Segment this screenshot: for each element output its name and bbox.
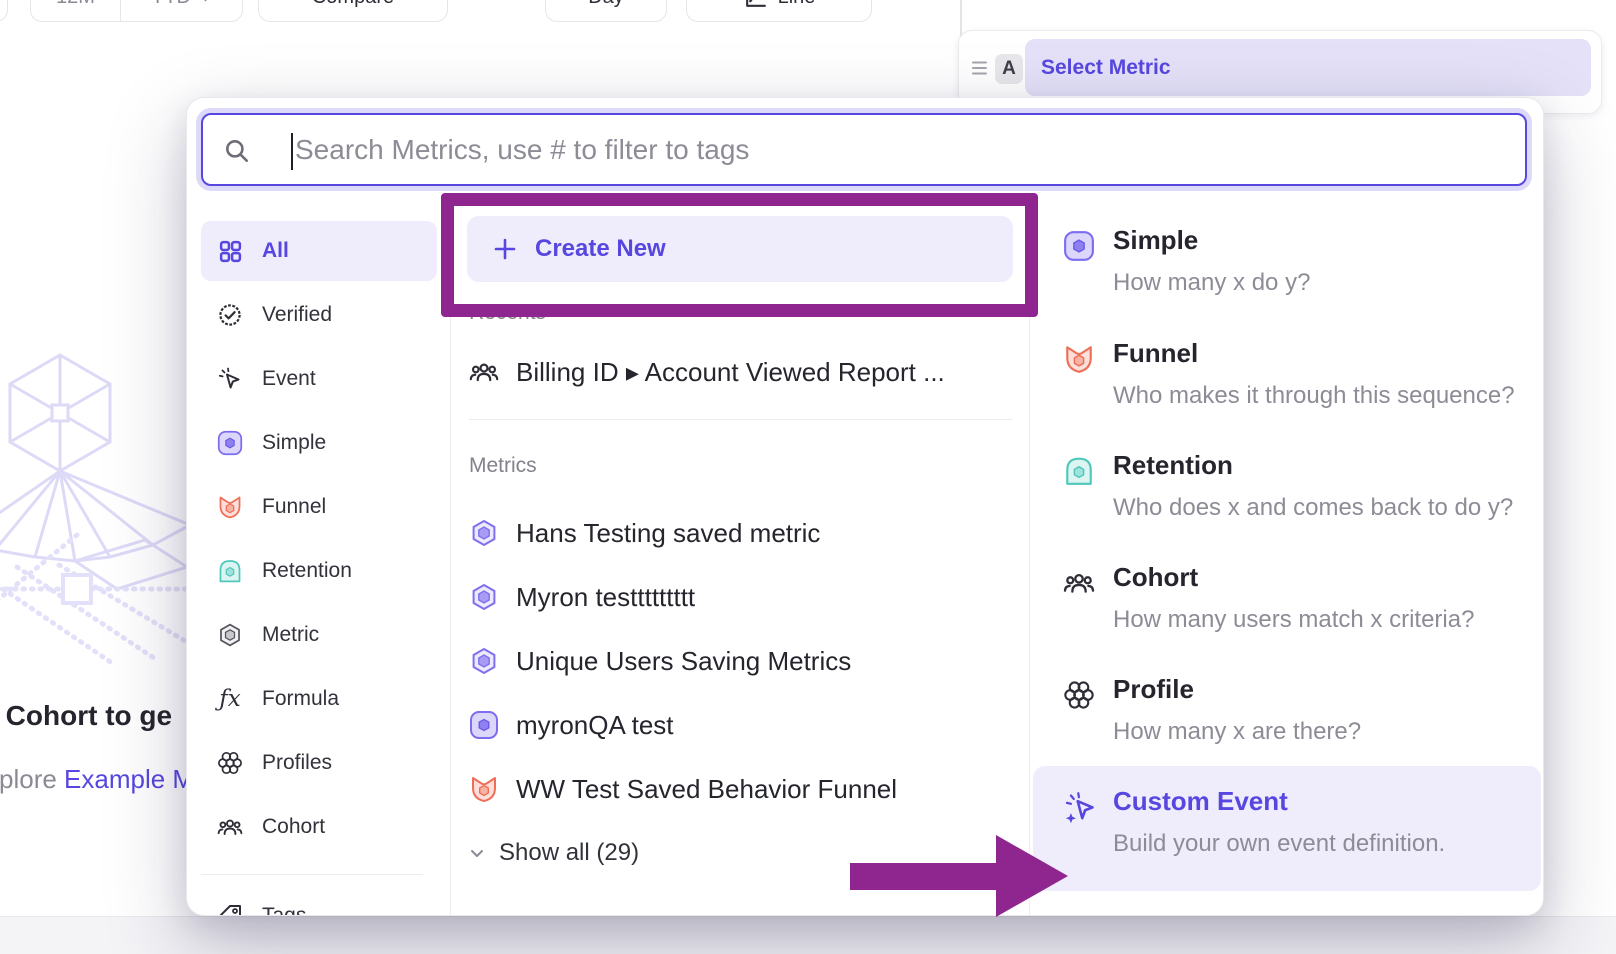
sidebar-item-profiles[interactable]: Profiles	[201, 733, 437, 793]
metric-list-item[interactable]: Hans Testing saved metric	[469, 511, 1009, 555]
chart-type-line-button[interactable]: Line	[686, 0, 872, 22]
simple-metric-icon	[1063, 230, 1095, 267]
chevron-down-icon	[469, 845, 485, 861]
retention-metric-icon	[1063, 455, 1095, 492]
metric-list-item[interactable]: Unique Users Saving Metrics	[469, 639, 1009, 683]
compare-button[interactable]: Compare	[258, 0, 448, 22]
saved-metric-hexagon-icon	[469, 518, 499, 548]
sidebar-item-funnel[interactable]: Funnel	[201, 477, 437, 537]
empty-state-explore-text: xplore Example M	[0, 764, 198, 795]
annotation-arrow	[846, 830, 1074, 922]
example-link[interactable]: Example M	[64, 764, 194, 794]
saved-metric-hexagon-icon	[469, 582, 499, 612]
search-box	[201, 113, 1527, 186]
search-input[interactable]	[203, 115, 1525, 184]
formula-fx-icon: ƒx	[215, 684, 245, 714]
sidebar-item-all[interactable]: All	[201, 221, 437, 281]
cohort-people-icon	[1063, 567, 1095, 604]
type-profile[interactable]: Profile How many x are there?	[1063, 674, 1523, 746]
type-retention[interactable]: Retention Who does x and comes back to d…	[1063, 450, 1523, 522]
empty-state-illustration	[0, 335, 215, 675]
annotation-rectangle	[441, 193, 1038, 317]
select-metric-button[interactable]: Select Metric	[1025, 39, 1591, 96]
metric-list-item[interactable]: Myron testtttttttt	[469, 575, 1009, 619]
type-simple[interactable]: Simple How many x do y?	[1063, 225, 1523, 297]
verified-badge-icon	[215, 300, 245, 330]
saved-metric-hexagon-icon	[469, 646, 499, 676]
recent-item[interactable]: Billing ID ▸ Account Viewed Report ...	[469, 350, 1009, 394]
range-ytd-button[interactable]: YTD	[121, 0, 242, 21]
sidebar-item-cohort[interactable]: Cohort	[201, 797, 437, 857]
sidebar-item-formula[interactable]: ƒx Formula	[201, 669, 437, 729]
chevron-down-icon	[199, 0, 212, 2]
tag-icon	[215, 901, 245, 916]
grid-icon	[215, 236, 245, 266]
date-range-segmented-control: 12M YTD	[30, 0, 243, 22]
custom-event-icon	[1063, 791, 1097, 830]
sidebar-item-simple[interactable]: Simple	[201, 413, 437, 473]
retention-metric-icon	[215, 556, 245, 586]
show-all-button[interactable]: Show all (29)	[469, 831, 639, 875]
app-canvas: 12M YTD Compare Day Line	[0, 0, 1616, 954]
metrics-header: Metrics	[469, 454, 537, 478]
metric-list-item[interactable]: WW Test Saved Behavior Funnel	[469, 767, 1009, 811]
empty-state-headline: r Cohort to ge	[0, 700, 197, 732]
funnel-metric-icon	[215, 492, 245, 522]
event-pointer-icon	[215, 364, 245, 394]
type-funnel[interactable]: Funnel Who makes it through this sequenc…	[1063, 338, 1523, 410]
funnel-metric-icon	[1063, 343, 1095, 380]
sidebar-divider	[201, 874, 423, 875]
metric-list-item[interactable]: myronQA test	[469, 703, 1009, 747]
sidebar-item-retention[interactable]: Retention	[201, 541, 437, 601]
type-cohort[interactable]: Cohort How many users match x criteria?	[1063, 562, 1523, 634]
granularity-day-button[interactable]: Day	[545, 0, 667, 22]
range-12m-button[interactable]: 12M	[31, 0, 121, 21]
sidebar-item-metric[interactable]: Metric	[201, 605, 437, 665]
profiles-flower-icon	[215, 748, 245, 778]
funnel-metric-icon	[469, 774, 499, 804]
cohort-people-icon	[215, 812, 245, 842]
sidebar-item-tags[interactable]: Tags	[201, 886, 437, 916]
sidebar-item-verified[interactable]: Verified	[201, 285, 437, 345]
drag-handle-icon[interactable]	[971, 60, 989, 76]
cohort-people-icon	[469, 357, 499, 387]
simple-metric-icon	[469, 710, 499, 740]
background-bottom-strip	[0, 916, 1616, 954]
toolbar-edge-button[interactable]	[0, 0, 8, 22]
line-chart-icon	[743, 0, 768, 10]
simple-metric-icon	[215, 428, 245, 458]
metric-hexagon-icon	[215, 620, 245, 650]
type-custom-event[interactable]: Custom Event Build your own event defini…	[1063, 786, 1523, 858]
sidebar-item-event[interactable]: Event	[201, 349, 437, 409]
series-a-badge: A	[995, 54, 1023, 84]
profiles-flower-icon	[1063, 679, 1095, 716]
recents-divider	[469, 419, 1013, 420]
